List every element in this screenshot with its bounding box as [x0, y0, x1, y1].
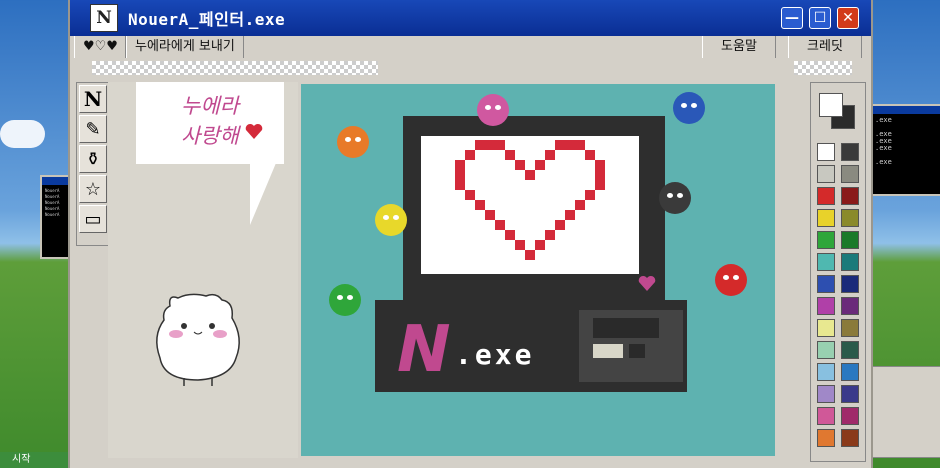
color-swatch[interactable]	[817, 253, 835, 271]
emoji-face-icon	[375, 204, 407, 236]
eraser-tool-icon[interactable]: ▭	[79, 205, 107, 233]
emoji-face-icon	[715, 264, 747, 296]
emoji-face-icon	[477, 94, 509, 126]
monitor-frame	[403, 116, 665, 300]
pattern-strip	[92, 61, 378, 75]
drive-light	[593, 344, 623, 358]
title-bar[interactable]: N NouerA_페인터.exe — ☐ ✕	[70, 0, 871, 36]
emoji-face-icon	[659, 182, 691, 214]
color-palette	[810, 82, 866, 462]
cloud	[0, 120, 45, 148]
speech-bubble: 누에라 사랑해	[136, 82, 284, 164]
color-swatch[interactable]	[841, 143, 859, 161]
credits-menu[interactable]: 크레딧	[788, 36, 862, 58]
background-window-text: .exe .exe .exe .exe .exe	[875, 116, 892, 166]
background-window-titlebar	[872, 106, 940, 114]
bubble-text-line1: 누에라	[181, 94, 239, 118]
hearts-menu[interactable]: ♥♡♥	[74, 36, 126, 58]
app-icon: N	[90, 4, 118, 32]
color-swatch[interactable]	[841, 275, 859, 293]
color-swatch[interactable]	[841, 319, 859, 337]
computer-base: N .exe	[375, 300, 687, 392]
pencil-tool-icon[interactable]: ✎	[79, 115, 107, 143]
color-swatch[interactable]	[817, 275, 835, 293]
minimize-button[interactable]: —	[781, 7, 803, 29]
color-swatch[interactable]	[841, 429, 859, 447]
color-swatch[interactable]	[817, 297, 835, 315]
color-swatch[interactable]	[841, 297, 859, 315]
star-tool-icon[interactable]: ☆	[79, 175, 107, 203]
toolbar-strip	[70, 58, 871, 78]
background-window-right[interactable]: .exe .exe .exe .exe .exe	[870, 104, 940, 196]
color-swatch[interactable]	[817, 231, 835, 249]
background-window-titlebar	[42, 177, 68, 185]
color-swatch[interactable]	[817, 319, 835, 337]
color-swatch[interactable]	[817, 209, 835, 227]
color-swatch[interactable]	[817, 187, 835, 205]
menu-bar: ♥♡♥ 누에라에게 보내기 도움말 크레딧	[70, 36, 871, 59]
color-swatch[interactable]	[817, 385, 835, 403]
color-swatch[interactable]	[817, 165, 835, 183]
color-swatch[interactable]	[841, 407, 859, 425]
color-swatch[interactable]	[841, 363, 859, 381]
color-swatch[interactable]	[841, 341, 859, 359]
color-swatch[interactable]	[817, 407, 835, 425]
small-heart-icon	[638, 275, 656, 291]
background-window-left[interactable]: NouerA NouerA NouerA NouerA NouerA	[40, 175, 70, 259]
color-swatch[interactable]	[817, 143, 835, 161]
pixel-heart-icon	[455, 140, 605, 260]
emoji-face-icon	[337, 126, 369, 158]
color-swatch[interactable]	[841, 385, 859, 403]
pattern-strip	[794, 61, 852, 75]
color-swatch[interactable]	[841, 231, 859, 249]
background-window-text: NouerA NouerA NouerA NouerA NouerA	[45, 188, 60, 217]
tool-box: N ✎ ⚱ ☆ ▭	[76, 82, 110, 246]
background-window-bottom-right[interactable]	[870, 366, 940, 458]
spray-tool-icon[interactable]: ⚱	[79, 145, 107, 173]
paint-window: N NouerA_페인터.exe — ☐ ✕ ♥♡♥ 누에라에게 보내기 도움말…	[68, 0, 873, 468]
emoji-face-icon	[673, 92, 705, 124]
primary-color-swatch[interactable]	[819, 93, 843, 117]
window-title: NouerA_페인터.exe	[128, 10, 286, 29]
drive-panel	[579, 310, 683, 382]
speech-bubble-tail	[250, 163, 276, 225]
color-swatch[interactable]	[817, 341, 835, 359]
start-button[interactable]: 시작	[0, 452, 70, 468]
color-swatch[interactable]	[817, 429, 835, 447]
text-tool-icon[interactable]: N	[79, 85, 107, 113]
drive-slot	[593, 318, 659, 338]
send-to-nouera-menu[interactable]: 누에라에게 보내기	[126, 36, 244, 58]
logo-letter: N	[397, 313, 451, 387]
logo-text: .exe	[455, 338, 535, 371]
color-swatch[interactable]	[841, 165, 859, 183]
close-button[interactable]: ✕	[837, 7, 859, 29]
maximize-button[interactable]: ☐	[809, 7, 831, 29]
color-swatch[interactable]	[841, 187, 859, 205]
color-swatch[interactable]	[817, 363, 835, 381]
hamster-character-icon	[156, 293, 240, 386]
drive-button	[629, 344, 645, 358]
drawing-canvas[interactable]: N .exe	[301, 84, 775, 456]
monitor-screen	[421, 136, 639, 274]
heart-icon	[245, 123, 263, 139]
help-menu[interactable]: 도움말	[702, 36, 776, 58]
emoji-face-icon	[329, 284, 361, 316]
color-swatch[interactable]	[841, 209, 859, 227]
color-swatch[interactable]	[841, 253, 859, 271]
